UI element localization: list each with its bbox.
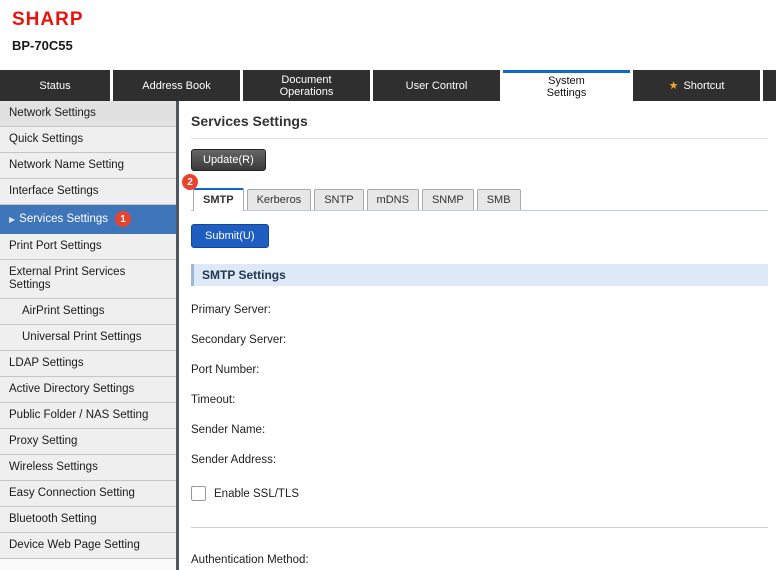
sidebar-item-interface-settings[interactable]: Interface Settings [0,179,176,205]
secondary-server-label: Secondary Server: [191,334,768,346]
nav-tab-system-settings[interactable]: System Settings [503,70,630,101]
star-icon: ★ [669,80,679,92]
nav-tab-address-book[interactable]: Address Book [113,70,240,101]
sidebar-item-proxy-setting[interactable]: Proxy Setting [0,429,176,455]
authentication-method-label: Authentication Method: [191,554,768,566]
page-header: SHARP BP-70C55 [0,0,776,70]
nav-tab-label: Status [39,80,70,92]
primary-server-label: Primary Server: [191,304,768,316]
sharp-logo: SHARP [12,9,776,31]
sidebar-item-universal-print-settings[interactable]: Universal Print Settings [0,325,176,351]
smtp-settings-section-header: SMTP Settings [191,264,768,286]
sidebar-item-services-settings[interactable]: ▶ Services Settings 1 [0,205,176,234]
submit-button[interactable]: Submit(U) [191,224,269,248]
tab-snmp[interactable]: SNMP [422,189,474,210]
content-panel: Services Settings Update(R) 2 SMTP Kerbe… [176,101,776,570]
device-model: BP-70C55 [12,38,776,53]
sidebar-item-label: Network Name Setting [9,159,124,172]
nav-tab-label: Shortcut [683,80,724,92]
sidebar-item-label: Bluetooth Setting [9,513,97,526]
sidebar-item-label: AirPrint Settings [22,305,104,318]
navbar-filler [763,70,776,101]
tab-sntp[interactable]: SNTP [314,189,363,210]
section-divider [191,527,768,528]
tab-smtp[interactable]: SMTP [193,188,244,211]
sidebar-item-bluetooth-setting[interactable]: Bluetooth Setting [0,507,176,533]
nav-tab-status[interactable]: Status [0,70,110,101]
sender-name-label: Sender Name: [191,424,768,436]
sidebar-item-label: Quick Settings [9,133,83,146]
sidebar-item-network-settings[interactable]: Network Settings [0,101,176,127]
sidebar-item-wireless-settings[interactable]: Wireless Settings [0,455,176,481]
nav-tab-document-operations[interactable]: Document Operations [243,70,370,101]
selected-arrow-icon: ▶ [9,213,15,226]
sidebar-item-print-port-settings[interactable]: Print Port Settings [0,234,176,260]
sidebar-item-label: Network Settings [9,107,96,120]
protocol-tabs: 2 SMTP Kerberos SNTP mDNS SNMP SMB [191,188,768,211]
timeout-label: Timeout: [191,394,768,406]
main-layout: Network Settings Quick Settings Network … [0,101,776,570]
ssl-checkbox-row: Enable SSL/TLS [191,486,768,501]
tab-mdns[interactable]: mDNS [367,189,419,210]
sidebar-item-label: Print Port Settings [9,240,102,253]
nav-tab-label: Document Operations [280,74,334,98]
sidebar-item-easy-connection-setting[interactable]: Easy Connection Setting [0,481,176,507]
sidebar-item-label: Active Directory Settings [9,383,134,396]
settings-sidebar: Network Settings Quick Settings Network … [0,101,176,570]
annotation-badge-2: 2 [182,174,198,190]
sidebar-item-active-directory-settings[interactable]: Active Directory Settings [0,377,176,403]
sidebar-item-label: Proxy Setting [9,435,77,448]
nav-tab-label: Address Book [142,80,210,92]
nav-tab-label: System Settings [547,75,587,99]
ssl-checkbox[interactable] [191,486,206,501]
sidebar-item-device-web-page-setting[interactable]: Device Web Page Setting [0,533,176,559]
sidebar-item-network-name-setting[interactable]: Network Name Setting [0,153,176,179]
sidebar-item-label: LDAP Settings [9,357,84,370]
sidebar-item-quick-settings[interactable]: Quick Settings [0,127,176,153]
sidebar-item-label: Public Folder / NAS Setting [9,409,148,422]
sidebar-item-airprint-settings[interactable]: AirPrint Settings [0,299,176,325]
annotation-badge-1: 1 [115,211,131,227]
sidebar-item-public-folder-nas-setting[interactable]: Public Folder / NAS Setting [0,403,176,429]
sidebar-item-label: Interface Settings [9,185,99,198]
ssl-checkbox-label: Enable SSL/TLS [214,488,299,500]
tab-kerberos[interactable]: Kerberos [247,189,312,210]
sidebar-item-label: Services Settings [19,213,108,226]
nav-tab-user-control[interactable]: User Control [373,70,500,101]
port-number-label: Port Number: [191,364,768,376]
sidebar-item-ldap-settings[interactable]: LDAP Settings [0,351,176,377]
update-button[interactable]: Update(R) [191,149,266,171]
page-title: Services Settings [191,113,768,139]
sidebar-item-label: Wireless Settings [9,461,98,474]
sidebar-item-label: External Print Services Settings [9,266,170,292]
sidebar-item-label: Universal Print Settings [22,331,142,344]
sidebar-item-label: Easy Connection Setting [9,487,135,500]
nav-tab-label: User Control [406,80,468,92]
sender-address-label: Sender Address: [191,454,768,466]
tab-smb[interactable]: SMB [477,189,521,210]
top-navbar: Status Address Book Document Operations … [0,70,776,101]
sidebar-item-label: Device Web Page Setting [9,539,140,552]
nav-tab-shortcut[interactable]: ★ Shortcut [633,70,760,101]
sidebar-item-external-print-services-settings[interactable]: External Print Services Settings [0,260,176,299]
